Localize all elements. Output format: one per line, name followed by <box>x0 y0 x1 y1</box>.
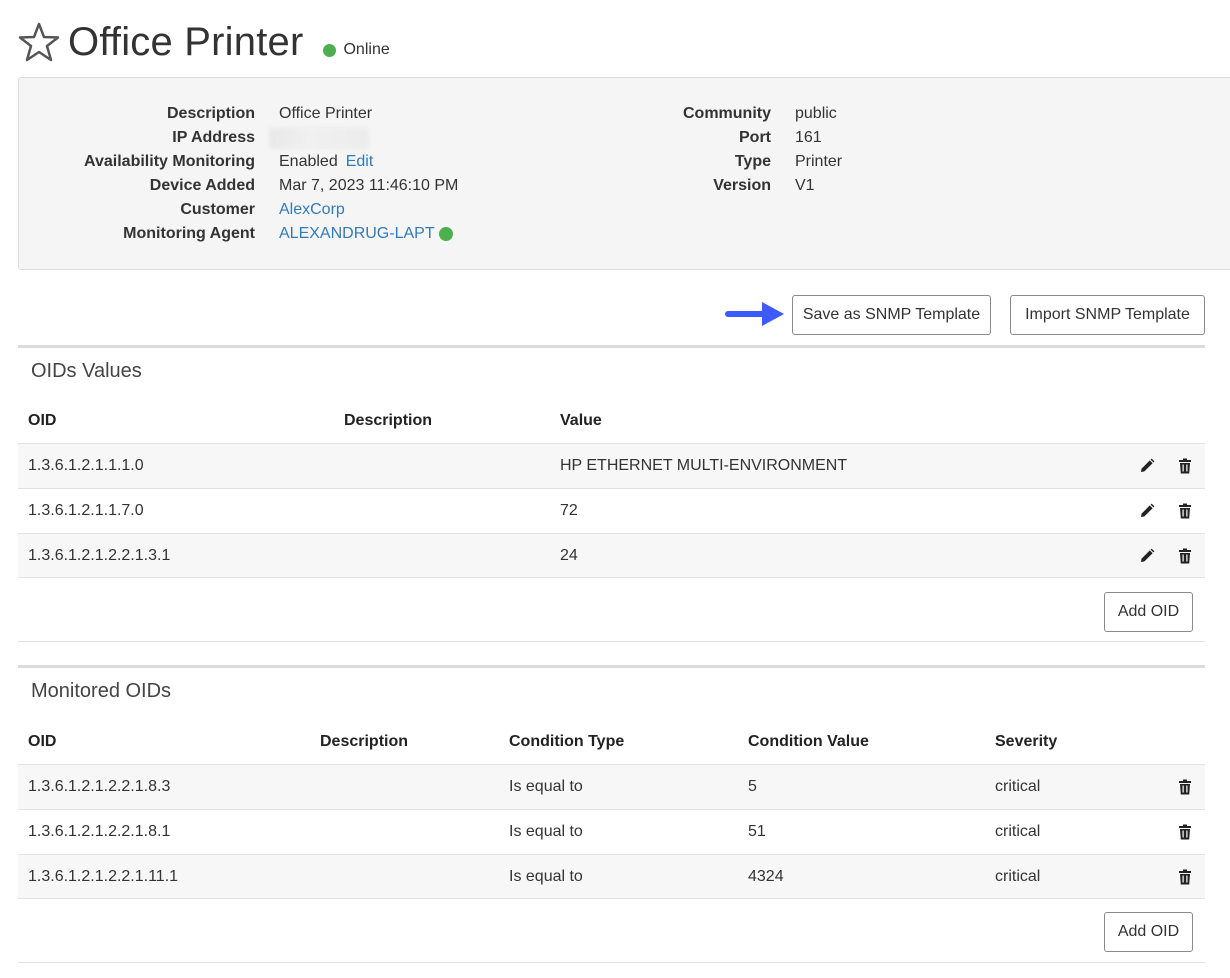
monitoring-agent-link[interactable]: ALEXANDRUG-LAPT <box>279 222 435 246</box>
value-type: Printer <box>795 153 843 170</box>
row-severity: critical <box>995 823 1041 840</box>
agent-online-icon <box>438 227 453 241</box>
value-customer: AlexCorp <box>279 198 679 222</box>
column-description: Description <box>344 412 433 429</box>
row-value: HP ETHERNET MULTI-ENVIRONMENT <box>560 457 848 474</box>
column-oid: OID <box>28 733 57 750</box>
monitored-oids-section: Monitored OIDs OID Description Condition… <box>18 665 1205 963</box>
import-snmp-template-button[interactable]: Import SNMP Template <box>1010 295 1205 335</box>
oid-values-header: OID Description Value <box>18 399 1205 443</box>
monitored-oids-title: Monitored OIDs <box>31 680 172 702</box>
arrow-right-icon <box>724 299 786 329</box>
value-version: V1 <box>795 177 815 194</box>
value-community: public <box>795 105 837 122</box>
label-monitoring-agent: Monitoring Agent <box>123 225 255 242</box>
oid-values-section: OIDs Values OID Description Value 1.3.6.… <box>18 345 1205 642</box>
row-condition-type: Is equal to <box>509 778 583 795</box>
trash-icon[interactable] <box>1177 458 1193 474</box>
label-type: Type <box>734 153 771 170</box>
table-row: 1.3.6.1.2.1.1.1.0 HP ETHERNET MULTI-ENVI… <box>18 443 1205 488</box>
row-condition-value: 51 <box>748 823 766 840</box>
label-community: Community <box>683 105 771 122</box>
page-header: Office Printer Online <box>18 14 390 70</box>
page-title: Office Printer <box>68 19 304 64</box>
row-condition-value: 5 <box>748 778 757 795</box>
trash-icon[interactable] <box>1177 824 1193 840</box>
value-monitoring-agent: ALEXANDRUG-LAPT <box>279 222 679 246</box>
label-version: Version <box>713 177 771 194</box>
row-oid: 1.3.6.1.2.1.2.2.1.11.1 <box>28 868 179 885</box>
column-severity: Severity <box>995 733 1058 750</box>
online-status-icon <box>323 43 337 57</box>
row-value: 24 <box>560 547 578 564</box>
trash-icon[interactable] <box>1177 779 1193 795</box>
device-details-panel: Description IP Address Availability Moni… <box>18 77 1230 270</box>
table-row: 1.3.6.1.2.1.2.2.1.8.3 Is equal to 5 crit… <box>18 764 1205 809</box>
row-oid: 1.3.6.1.2.1.2.2.1.8.3 <box>28 778 171 795</box>
row-condition-value: 4324 <box>748 868 784 885</box>
customer-link[interactable]: AlexCorp <box>279 198 345 222</box>
label-customer: Customer <box>180 201 255 218</box>
column-condition-value: Condition Value <box>748 733 869 750</box>
details-right-labels: Community Port Type Version <box>19 102 771 198</box>
add-oid-button[interactable]: Add OID <box>1104 592 1193 632</box>
row-severity: critical <box>995 868 1041 885</box>
oid-values-title: OIDs Values <box>31 360 142 382</box>
row-oid: 1.3.6.1.2.1.2.2.1.3.1 <box>28 547 171 564</box>
pencil-icon[interactable] <box>1139 458 1155 474</box>
table-row: 1.3.6.1.2.1.2.2.1.8.1 Is equal to 51 cri… <box>18 809 1205 854</box>
add-oid-button[interactable]: Add OID <box>1104 912 1193 952</box>
row-condition-type: Is equal to <box>509 868 583 885</box>
value-port: 161 <box>795 129 822 146</box>
trash-icon[interactable] <box>1177 869 1193 885</box>
pencil-icon[interactable] <box>1139 548 1155 564</box>
column-condition-type: Condition Type <box>509 733 625 750</box>
trash-icon[interactable] <box>1177 548 1193 564</box>
star-icon[interactable] <box>18 21 60 63</box>
row-oid: 1.3.6.1.2.1.2.2.1.8.1 <box>28 823 171 840</box>
column-description: Description <box>320 733 409 750</box>
row-value: 72 <box>560 502 578 519</box>
save-snmp-template-button[interactable]: Save as SNMP Template <box>792 295 991 335</box>
row-condition-type: Is equal to <box>509 823 583 840</box>
monitored-oids-header: OID Description Condition Type Condition… <box>18 720 1205 764</box>
table-row: 1.3.6.1.2.1.2.2.1.11.1 Is equal to 4324 … <box>18 854 1205 899</box>
status-label: Online <box>343 41 390 58</box>
row-oid: 1.3.6.1.2.1.1.7.0 <box>28 502 144 519</box>
row-severity: critical <box>995 778 1041 795</box>
label-port: Port <box>739 129 771 146</box>
status-badge: Online <box>323 41 390 59</box>
pencil-icon[interactable] <box>1139 503 1155 519</box>
details-right-values: public 161 Printer V1 <box>795 102 1095 198</box>
trash-icon[interactable] <box>1177 503 1193 519</box>
row-oid: 1.3.6.1.2.1.1.1.0 <box>28 457 144 474</box>
column-value: Value <box>560 412 602 429</box>
table-row: 1.3.6.1.2.1.1.7.0 72 <box>18 488 1205 533</box>
column-oid: OID <box>28 412 57 429</box>
table-row: 1.3.6.1.2.1.2.2.1.3.1 24 <box>18 533 1205 578</box>
